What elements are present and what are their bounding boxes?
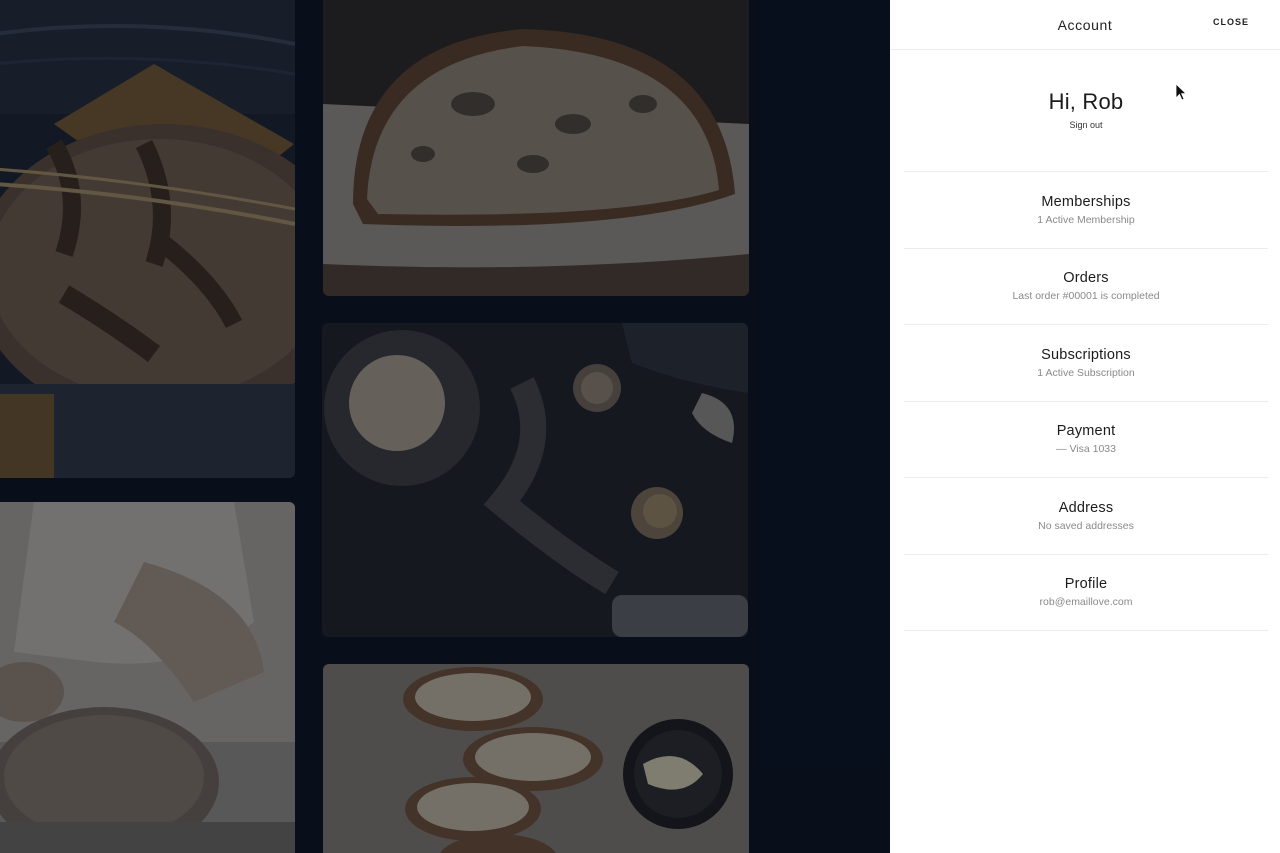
account-panel: Account CLOSE Hi, Rob Sign out Membershi… <box>890 0 1280 853</box>
panel-header: Account CLOSE <box>890 0 1280 50</box>
bread-slices-butter-image <box>323 664 749 853</box>
mouse-cursor-icon <box>1175 83 1187 101</box>
greeting-section: Hi, Rob Sign out <box>904 50 1268 172</box>
photo-flour-table[interactable] <box>322 323 748 637</box>
photo-bread-slices-butter[interactable] <box>323 664 749 853</box>
menu-item-orders[interactable]: Orders Last order #00001 is completed <box>904 249 1268 325</box>
menu-item-payment[interactable]: Payment — Visa 1033 <box>904 402 1268 478</box>
menu-item-label: Profile <box>1064 576 1108 593</box>
menu-item-subtitle: No saved addresses <box>1038 519 1134 532</box>
photo-kneading-dough[interactable] <box>0 502 295 853</box>
menu-item-label: Address <box>1058 499 1114 516</box>
menu-item-label: Payment <box>1056 423 1116 440</box>
account-menu: Memberships 1 Active Membership Orders L… <box>890 172 1280 631</box>
menu-item-label: Memberships <box>1041 193 1131 210</box>
bread-wheat-image <box>0 0 295 478</box>
sign-out-link[interactable]: Sign out <box>1069 120 1102 130</box>
menu-item-label: Orders <box>1063 270 1109 287</box>
menu-item-subtitle: 1 Active Subscription <box>1037 366 1135 379</box>
sliced-loaf-image <box>323 0 749 296</box>
photo-bread-wheat[interactable] <box>0 0 295 478</box>
menu-item-subtitle: — Visa 1033 <box>1056 443 1116 456</box>
kneading-dough-image <box>0 502 295 853</box>
menu-item-profile[interactable]: Profile rob@emaillove.com <box>904 555 1268 631</box>
menu-item-address[interactable]: Address No saved addresses <box>904 478 1268 555</box>
menu-item-subscriptions[interactable]: Subscriptions 1 Active Subscription <box>904 325 1268 402</box>
greeting-title: Hi, Rob <box>1048 89 1124 114</box>
photo-sliced-loaf[interactable] <box>323 0 749 296</box>
menu-item-label: Subscriptions <box>1041 346 1131 363</box>
close-button[interactable]: CLOSE <box>1213 17 1249 27</box>
panel-title: Account <box>1057 16 1113 33</box>
menu-item-subtitle: rob@emaillove.com <box>1039 596 1133 609</box>
menu-item-subtitle: 1 Active Membership <box>1037 213 1135 226</box>
photo-gallery-backdrop <box>0 0 890 853</box>
menu-item-subtitle: Last order #00001 is completed <box>1012 290 1160 303</box>
menu-item-memberships[interactable]: Memberships 1 Active Membership <box>904 172 1268 249</box>
flour-table-image <box>322 323 748 637</box>
